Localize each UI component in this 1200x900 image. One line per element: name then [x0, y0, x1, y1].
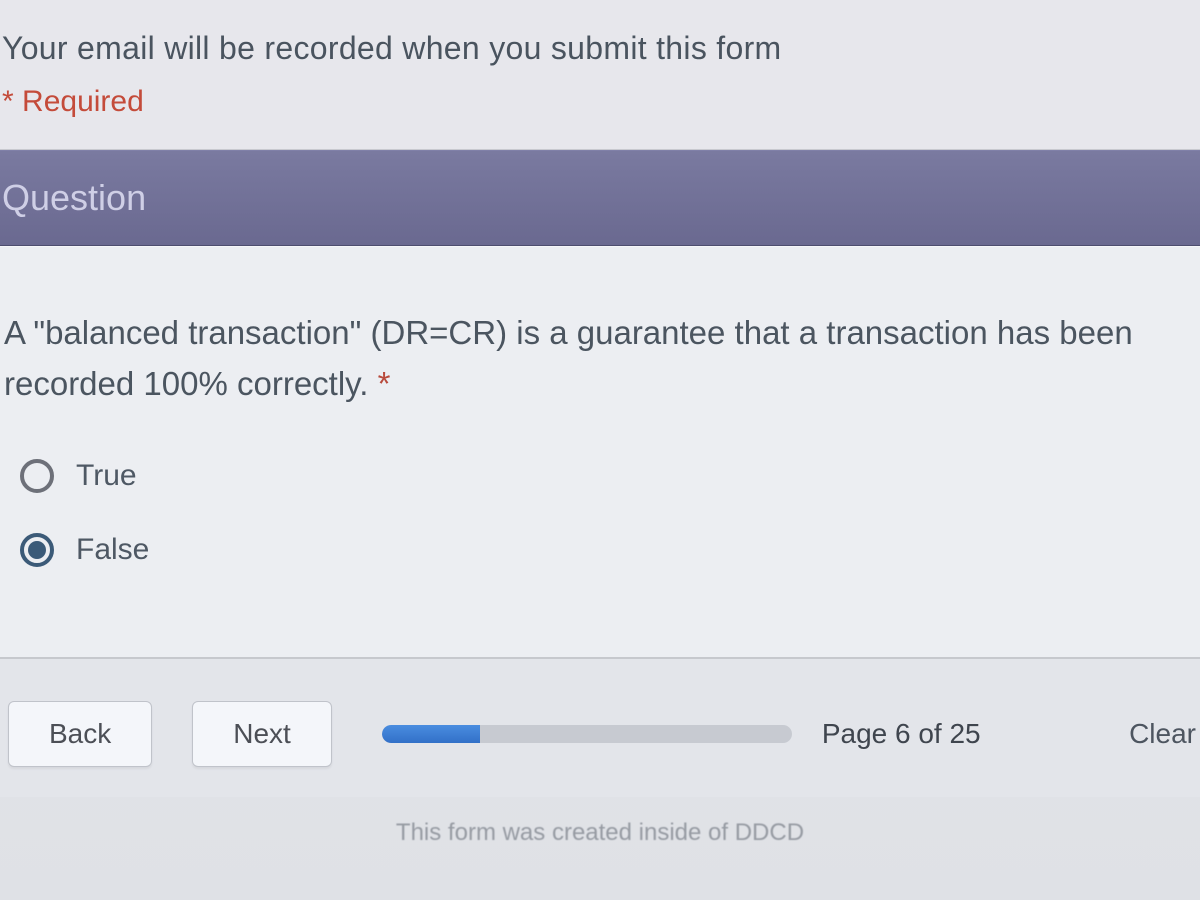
- question-text: A "balanced transaction" (DR=CR) is a gu…: [4, 307, 1196, 409]
- required-legend-label: Required: [22, 85, 144, 118]
- required-legend: * Required: [2, 85, 1200, 119]
- form-info-block: Your email will be recorded when you sub…: [0, 0, 1200, 150]
- page-indicator: Page 6 of 25: [822, 718, 981, 750]
- question-body: A "balanced transaction" (DR=CR) is a gu…: [4, 314, 1133, 402]
- back-button[interactable]: Back: [8, 701, 152, 767]
- radio-checked-icon[interactable]: [20, 533, 54, 567]
- option-false[interactable]: False: [20, 533, 1196, 567]
- radio-icon[interactable]: [20, 459, 54, 493]
- option-label: True: [76, 459, 137, 493]
- form-footer-note: This form was created inside of DDCD: [0, 797, 1200, 847]
- clear-selection-link[interactable]: Clear: [1129, 718, 1196, 750]
- email-record-note: Your email will be recorded when you sub…: [2, 30, 1200, 67]
- nav-row: Back Next Page 6 of 25 Clear: [0, 659, 1200, 797]
- option-label: False: [76, 533, 149, 567]
- option-true[interactable]: True: [20, 459, 1196, 493]
- next-button[interactable]: Next: [192, 701, 332, 767]
- required-asterisk-icon: *: [2, 85, 14, 118]
- question-card: A "balanced transaction" (DR=CR) is a gu…: [0, 246, 1200, 659]
- section-title: Question: [2, 177, 146, 218]
- question-required-asterisk-icon: *: [378, 365, 391, 402]
- section-header: Question: [0, 150, 1200, 246]
- progress-bar: [382, 725, 792, 743]
- progress-fill: [382, 725, 480, 743]
- form-page: Your email will be recorded when you sub…: [0, 0, 1200, 900]
- progress-wrap: Page 6 of 25: [382, 718, 981, 750]
